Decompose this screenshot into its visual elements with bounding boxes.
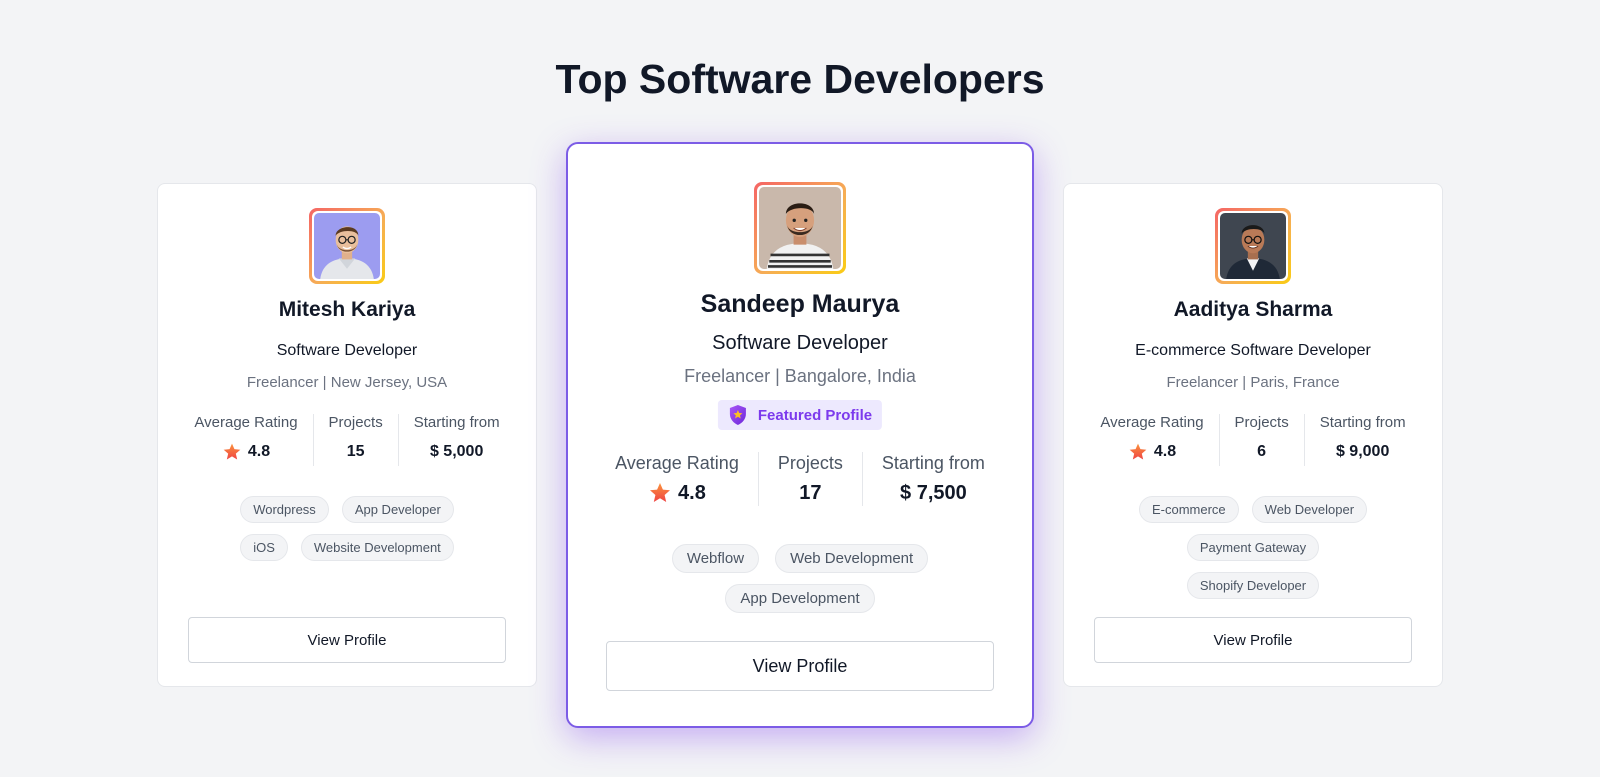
stat-average-rating: Average Rating 4.8 (179, 414, 312, 466)
star-icon (1129, 443, 1147, 460)
stat-projects: Projects 17 (757, 452, 862, 506)
stat-value: 4.8 (247, 443, 271, 460)
stats-row: Average Rating 4.8 Projects 6 Starting f… (1064, 414, 1442, 466)
stat-value: $ 5,000 (429, 443, 484, 460)
featured-badge-label: Featured Profile (757, 406, 873, 424)
stat-starting-from: Starting from $ 9,000 (1303, 414, 1421, 466)
stat-value: $ 7,500 (900, 482, 967, 504)
page-title: Top Software Developers (555, 56, 1045, 102)
stat-value: 6 (1257, 443, 1267, 460)
avatar-photo-icon (759, 187, 841, 269)
featured-badge: Featured Profile (717, 400, 883, 430)
skill-tags: E-commerce Web Developer Payment Gateway… (1084, 496, 1422, 599)
developer-location: Freelancer | New Jersey, USA (246, 374, 448, 391)
stat-projects: Projects 15 (312, 414, 398, 466)
developer-role: Software Developer (276, 342, 418, 359)
stat-value: 4.8 (1153, 443, 1177, 460)
avatar (309, 208, 385, 284)
developer-location: Freelancer | Paris, France (1166, 374, 1340, 391)
skill-tag: App Developer (341, 496, 454, 523)
developer-name: Sandeep Maurya (700, 290, 900, 318)
stat-value: 17 (799, 482, 822, 504)
stats-row: Average Rating 4.8 Projects 15 Starting … (158, 414, 536, 466)
view-profile-button[interactable]: View Profile (606, 641, 994, 691)
developer-role: E-commerce Software Developer (1135, 342, 1371, 359)
skill-tag: Shopify Developer (1186, 572, 1320, 599)
stat-label: Starting from (1319, 414, 1406, 431)
developer-location: Freelancer | Bangalore, India (684, 366, 916, 386)
stat-value: 15 (346, 443, 365, 460)
stat-projects: Projects 6 (1218, 414, 1304, 466)
star-icon (223, 443, 241, 460)
avatar-photo-icon (1220, 213, 1286, 279)
developer-name: Aaditya Sharma (1173, 298, 1333, 321)
view-profile-button[interactable]: View Profile (1094, 617, 1412, 663)
stat-label: Average Rating (1100, 414, 1204, 431)
developer-card-mitesh: Mitesh Kariya Software Developer Freelan… (157, 183, 537, 687)
stat-average-rating: Average Rating 4.8 (596, 452, 758, 506)
skill-tag: Website Development (300, 534, 454, 561)
stat-value: 4.8 (678, 482, 706, 504)
stat-label: Projects (777, 453, 843, 473)
skill-tag: Web Developer (1251, 496, 1368, 523)
stat-starting-from: Starting from $ 7,500 (861, 452, 1004, 506)
skill-tag: iOS (240, 534, 288, 561)
stat-label: Starting from (413, 414, 500, 431)
view-profile-button[interactable]: View Profile (188, 617, 506, 663)
skill-tag: App Development (725, 584, 875, 613)
avatar (1215, 208, 1291, 284)
skill-tag: Wordpress (240, 496, 329, 523)
developer-name: Mitesh Kariya (278, 298, 416, 321)
stats-row: Average Rating 4.8 Projects 17 Starting … (568, 452, 1032, 506)
avatar (754, 182, 846, 274)
developer-card-sandeep: Sandeep Maurya Software Developer Freela… (566, 142, 1034, 728)
stat-label: Starting from (881, 453, 985, 473)
avatar-photo-icon (314, 213, 380, 279)
stat-label: Projects (328, 414, 383, 431)
shield-star-icon (729, 405, 746, 425)
skill-tag: E-commerce (1138, 496, 1239, 523)
stat-average-rating: Average Rating 4.8 (1085, 414, 1218, 466)
skill-tags: Wordpress App Developer iOS Website Deve… (178, 496, 516, 561)
stat-starting-from: Starting from $ 5,000 (397, 414, 515, 466)
skill-tag: Payment Gateway (1186, 534, 1320, 561)
stat-value: $ 9,000 (1335, 443, 1390, 460)
stat-label: Average Rating (194, 414, 298, 431)
skill-tags: Webflow Web Development App Development (588, 544, 1012, 613)
stat-label: Average Rating (615, 453, 739, 473)
developer-role: Software Developer (712, 332, 888, 354)
skill-tag: Webflow (671, 544, 760, 573)
skill-tag: Web Development (775, 544, 929, 573)
developer-card-aaditya: Aaditya Sharma E-commerce Software Devel… (1063, 183, 1443, 687)
stat-label: Projects (1234, 414, 1289, 431)
star-icon (650, 483, 671, 502)
